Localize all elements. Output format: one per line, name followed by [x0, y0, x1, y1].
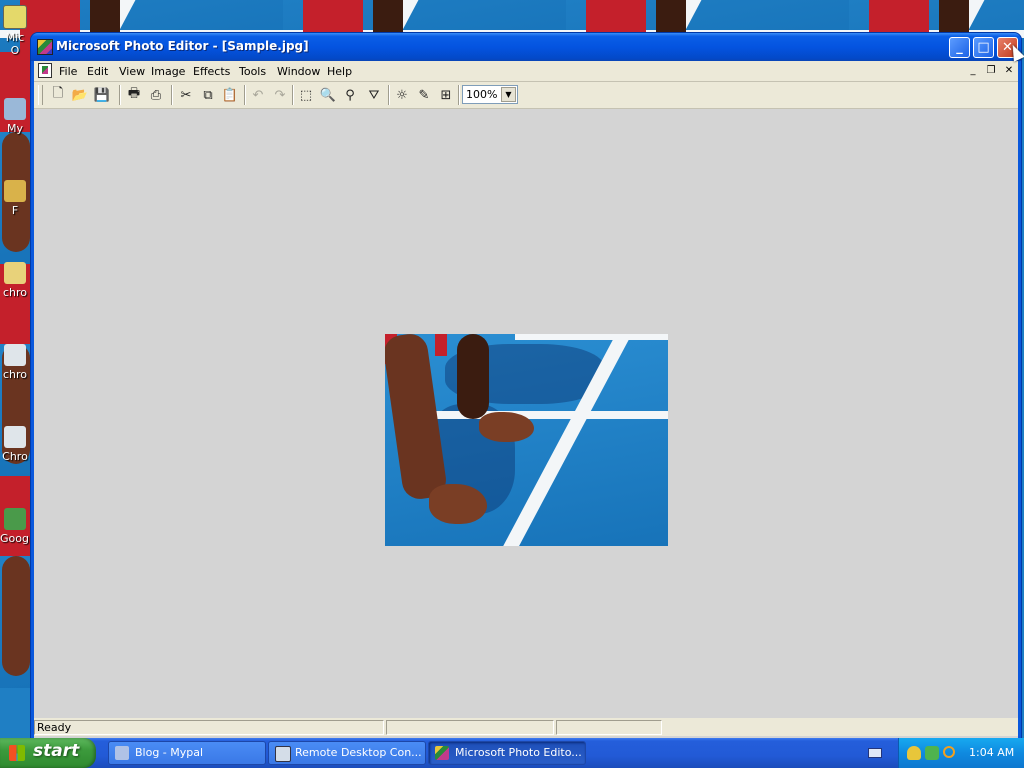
menu-effects[interactable]: Effects	[190, 64, 233, 79]
window-client-area: File Edit View Image Effects Tools Windo…	[34, 61, 1018, 744]
taskbar-button-label: Remote Desktop Con...	[295, 746, 422, 759]
search-icon[interactable]	[943, 746, 955, 758]
chevron-down-icon[interactable]: ▼	[501, 87, 516, 102]
chrome-icon	[4, 426, 26, 448]
toolbar-separator	[292, 85, 294, 105]
cut-icon[interactable]: ✂	[176, 85, 196, 105]
sample-image[interactable]	[385, 334, 668, 546]
sample-photo	[385, 334, 668, 546]
desktop-icon-outlook[interactable]: Mic O	[0, 5, 30, 57]
photo-editor-icon[interactable]	[37, 39, 53, 55]
desktop-icon-chrome-1[interactable]: chro	[0, 262, 30, 299]
outlook-icon	[3, 5, 27, 29]
my-computer-icon	[4, 98, 26, 120]
menu-edit[interactable]: Edit	[84, 64, 111, 79]
photo-editor-window: Microsoft Photo Editor - [Sample.jpg] _ …	[31, 33, 1021, 744]
menu-bar: File Edit View Image Effects Tools Windo…	[34, 61, 1018, 82]
zoom-select[interactable]: 100% ▼	[462, 85, 518, 104]
menu-tools[interactable]: Tools	[236, 64, 269, 79]
desktop-icon-label: chro	[2, 368, 28, 381]
toolbar-grip[interactable]	[38, 85, 43, 105]
taskbar-button-label: Blog - Mypal	[135, 746, 204, 759]
desktop-icon-chrome-3[interactable]: Chro	[0, 426, 30, 463]
scan-icon[interactable]: ⎙	[146, 85, 166, 105]
taskbar-button-photo-editor[interactable]: Microsoft Photo Edito...	[428, 741, 586, 765]
zoom-value: 100%	[466, 88, 498, 101]
save-icon[interactable]: 💾	[92, 85, 112, 105]
keyboard-icon[interactable]	[868, 748, 882, 758]
status-pane	[664, 720, 1018, 735]
desktop-icon-label: Chro	[2, 450, 28, 463]
redo-icon[interactable]: ↷	[270, 85, 290, 105]
select-icon[interactable]: ⬚	[296, 85, 316, 105]
paste-icon[interactable]: 📋	[220, 85, 240, 105]
copy-icon[interactable]: ⧉	[198, 85, 218, 105]
toolbar-separator	[458, 85, 460, 105]
google-icon	[4, 508, 26, 530]
toolbar-separator	[171, 85, 173, 105]
taskbar-button-label: Microsoft Photo Edito...	[455, 746, 582, 759]
zoom-icon[interactable]: 🔍	[318, 85, 338, 105]
wallpaper-tile	[0, 52, 30, 264]
toolbar-separator	[119, 85, 121, 105]
toolbar: 🗋 📂 💾 🖶 ⎙ ✂ ⧉ 📋 ↶ ↷ ⬚ 🔍 ⚲ ⛛ ☼ ✎ ⊞ 100% ▼	[34, 82, 1018, 109]
doc-minimize-button[interactable]: _	[966, 64, 980, 77]
taskbar-button-remote-desktop[interactable]: Remote Desktop Con...	[268, 741, 426, 765]
status-pane	[556, 720, 662, 735]
desktop-icon-my-computer[interactable]: My	[0, 98, 30, 135]
menu-image[interactable]: Image	[148, 64, 188, 79]
balance-icon[interactable]: ☼	[392, 85, 412, 105]
maximize-button[interactable]: □	[973, 37, 994, 58]
doc-close-button[interactable]: ✕	[1002, 64, 1016, 77]
menu-help[interactable]: Help	[324, 64, 355, 79]
workspace	[34, 109, 1018, 744]
network-icon[interactable]	[925, 746, 939, 760]
document-icon[interactable]	[38, 63, 52, 78]
folder-icon	[4, 180, 26, 202]
menu-file[interactable]: File	[56, 64, 80, 79]
open-icon[interactable]: 📂	[70, 85, 90, 105]
properties-icon[interactable]: ⊞	[436, 85, 456, 105]
desktop-icon-label: Mic O	[5, 31, 25, 57]
desktop-icon-google[interactable]: Googl	[0, 508, 33, 545]
desktop-icon-label: F	[11, 204, 19, 217]
start-label: start	[33, 741, 80, 761]
status-text: Ready	[34, 720, 384, 735]
smudge-icon[interactable]: ⚲	[340, 85, 360, 105]
toolbar-separator	[244, 85, 246, 105]
menu-window[interactable]: Window	[274, 64, 323, 79]
clock[interactable]: 1:04 AM	[969, 746, 1014, 759]
minimize-button[interactable]: _	[949, 37, 970, 58]
new-icon[interactable]: 🗋	[48, 85, 68, 105]
window-title: Microsoft Photo Editor - [Sample.jpg]	[56, 39, 309, 53]
desktop-icon-folder[interactable]: F	[0, 180, 30, 217]
doc-restore-button[interactable]: ❐	[984, 64, 998, 77]
chrome-icon	[4, 344, 26, 366]
desktop-icon-label: chro	[2, 286, 28, 299]
toolbar-separator	[388, 85, 390, 105]
photo-editor-icon	[435, 746, 449, 760]
menu-view[interactable]: View	[116, 64, 148, 79]
system-tray: 1:04 AM	[898, 738, 1024, 768]
pen-icon[interactable]: ✎	[414, 85, 434, 105]
undo-icon[interactable]: ↶	[248, 85, 268, 105]
chrome-icon	[4, 262, 26, 284]
status-pane	[386, 720, 554, 735]
remote-desktop-icon	[275, 746, 291, 762]
transparent-icon[interactable]: ⛛	[364, 85, 384, 105]
windows-logo-icon	[9, 745, 25, 761]
status-bar: Ready	[34, 718, 1018, 736]
title-bar[interactable]: Microsoft Photo Editor - [Sample.jpg] _ …	[31, 33, 1021, 61]
taskbar-button-mypal[interactable]: Blog - Mypal	[108, 741, 266, 765]
desktop-icon-chrome-2[interactable]: chro	[0, 344, 30, 381]
print-icon[interactable]: 🖶	[124, 85, 144, 105]
desktop-icon-label: Googl	[0, 532, 33, 545]
start-button[interactable]: start	[0, 738, 96, 768]
taskbar: start Blog - Mypal Remote Desktop Con...…	[0, 738, 1024, 768]
mypal-icon	[115, 746, 129, 760]
desktop-icon-label: My	[6, 122, 23, 135]
security-shield-icon[interactable]	[907, 746, 921, 760]
